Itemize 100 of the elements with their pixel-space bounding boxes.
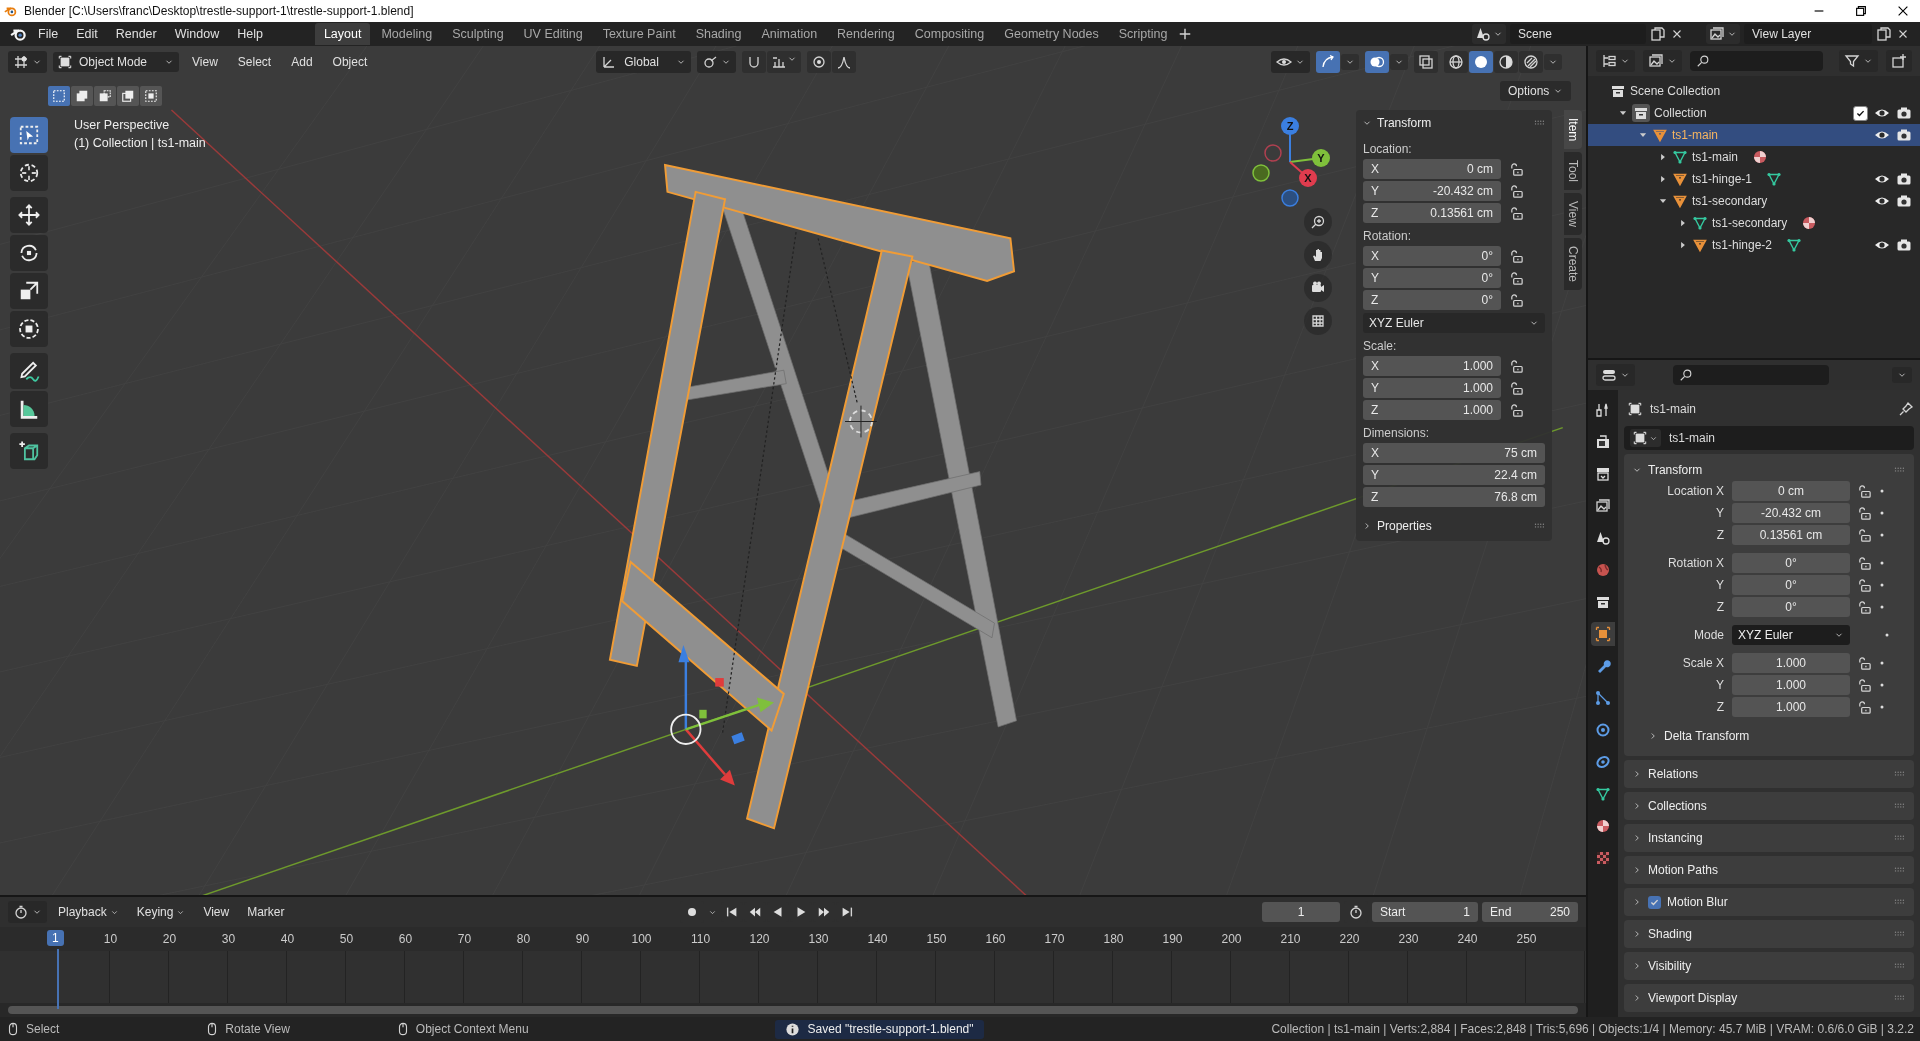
menu-item[interactable]: File xyxy=(30,24,67,44)
options-button[interactable]: Options xyxy=(1500,81,1572,101)
collapsed-panel[interactable]: Collections xyxy=(1624,792,1914,820)
menu-item[interactable]: Select xyxy=(230,52,279,72)
panel-title[interactable]: Properties xyxy=(1377,519,1432,533)
panel-title[interactable]: Transform xyxy=(1648,463,1703,477)
outliner-row[interactable]: ts1-secondary xyxy=(1588,212,1920,234)
workspace-tab[interactable]: Modeling xyxy=(372,23,442,45)
rotation-mode-dropdown[interactable]: XYZ Euler xyxy=(1732,625,1850,645)
menu-item[interactable]: Keying xyxy=(129,902,193,922)
menu-item[interactable]: Playback xyxy=(51,902,126,922)
panel-title: Relations xyxy=(1648,767,1699,781)
field-label: Z xyxy=(1715,528,1725,542)
outliner-row[interactable]: ts1-hinge-1 xyxy=(1588,168,1920,190)
scene-field[interactable]: Scene xyxy=(1510,24,1646,44)
sidebar-tab[interactable]: Item xyxy=(1564,110,1582,150)
number-field[interactable]: X 0° xyxy=(1363,246,1501,266)
outliner-row[interactable]: Collection xyxy=(1588,102,1920,124)
sidebar-tab[interactable]: View xyxy=(1564,193,1582,236)
number-field[interactable]: Z 0.13561 cm xyxy=(1363,203,1501,223)
frame-number: 50 xyxy=(338,932,355,946)
mode-dropdown[interactable]: Object Mode xyxy=(53,52,180,72)
orientation-dropdown[interactable]: Global xyxy=(596,51,691,73)
collapsed-panel[interactable]: Relations xyxy=(1624,760,1914,788)
view-layer-field[interactable]: View Layer xyxy=(1744,24,1872,44)
frame-number: 20 xyxy=(161,932,178,946)
item-label: ts1-hinge-2 xyxy=(1712,238,1773,252)
frame-number: 170 xyxy=(1043,932,1066,946)
number-field[interactable]: X 1.000 xyxy=(1363,356,1501,376)
group-label: Location: xyxy=(1362,141,1413,158)
playhead[interactable]: 1 xyxy=(47,930,64,946)
outliner-row[interactable]: Scene Collection xyxy=(1588,80,1920,102)
workspace-tab[interactable]: Geometry Nodes xyxy=(995,23,1108,45)
number-field[interactable]: Y 0° xyxy=(1363,268,1501,288)
menu-item[interactable]: Add xyxy=(284,52,320,72)
number-field[interactable]: 0° xyxy=(1732,575,1850,595)
end-frame-field[interactable]: End 250 xyxy=(1482,902,1578,922)
sidebar-tab[interactable]: Create xyxy=(1564,238,1582,291)
frame-number: 80 xyxy=(515,932,532,946)
menu-item[interactable]: Edit xyxy=(68,24,106,44)
workspace-tab[interactable]: Compositing xyxy=(905,23,994,45)
menu-item[interactable]: Window xyxy=(166,24,228,44)
outliner-row[interactable]: ts1-main xyxy=(1588,124,1920,146)
panel-title: Shading xyxy=(1648,927,1693,941)
panel-title[interactable]: Delta Transform xyxy=(1664,729,1750,743)
menu-item[interactable]: Help xyxy=(229,24,271,44)
workspace-tab[interactable]: Animation xyxy=(752,23,827,45)
number-field[interactable]: Z 1.000 xyxy=(1363,400,1501,420)
collapsed-panel[interactable]: Motion Blur xyxy=(1624,888,1914,916)
outliner-row[interactable]: ts1-secondary xyxy=(1588,190,1920,212)
workspace-tab[interactable]: Texture Paint xyxy=(593,23,685,45)
menu-item[interactable]: View xyxy=(185,52,225,72)
outliner-row[interactable]: ts1-main xyxy=(1588,146,1920,168)
number-field[interactable]: Y 1.000 xyxy=(1363,378,1501,398)
menu-item[interactable]: Object xyxy=(325,52,375,72)
rotation-mode-dropdown[interactable]: XYZ Euler xyxy=(1363,313,1545,333)
number-field[interactable]: 1.000 xyxy=(1732,675,1850,695)
outliner-row[interactable]: ts1-hinge-2 xyxy=(1588,234,1920,256)
collapsed-panel[interactable]: Motion Paths xyxy=(1624,856,1914,884)
workspace-tab[interactable]: Shading xyxy=(686,23,751,45)
menu-item[interactable]: Render xyxy=(107,24,165,44)
frame-number: 160 xyxy=(984,932,1007,946)
number-field[interactable]: Y -20.432 cm xyxy=(1363,181,1501,201)
number-field[interactable]: -20.432 cm xyxy=(1732,503,1850,523)
number-field[interactable]: X 0 cm xyxy=(1363,159,1501,179)
number-field[interactable]: 1.000 xyxy=(1732,697,1850,717)
workspace-tab[interactable]: Scripting xyxy=(1109,23,1177,45)
number-field[interactable]: 0.13561 cm xyxy=(1732,525,1850,545)
field-label: Z xyxy=(1715,600,1725,614)
item-label: ts1-secondary xyxy=(1712,216,1788,230)
item-label: Scene Collection xyxy=(1630,84,1721,98)
workspace-tab[interactable]: Sculpting xyxy=(443,23,513,45)
axis-label: X xyxy=(1304,172,1312,184)
hint-text: Object Context Menu xyxy=(415,1022,529,1036)
current-frame-field[interactable]: 1 xyxy=(1262,902,1340,922)
number-field[interactable]: Z 76.8 cm xyxy=(1363,487,1545,507)
panel-title[interactable]: Transform xyxy=(1377,116,1432,130)
panel-title: Motion Blur xyxy=(1667,895,1728,909)
number-field[interactable]: X 75 cm xyxy=(1363,443,1545,463)
number-field[interactable]: 0° xyxy=(1732,553,1850,573)
workspace-tab[interactable]: UV Editing xyxy=(514,23,592,45)
panel-title: Motion Paths xyxy=(1648,863,1719,877)
collapsed-panel[interactable]: Instancing xyxy=(1624,824,1914,852)
start-frame-field[interactable]: Start 1 xyxy=(1372,902,1478,922)
collapsed-panel[interactable]: Shading xyxy=(1624,920,1914,948)
panel-title: Collections xyxy=(1648,799,1707,813)
number-field[interactable]: 0 cm xyxy=(1732,481,1850,501)
number-field[interactable]: Y 22.4 cm xyxy=(1363,465,1545,485)
menu-item[interactable]: Marker xyxy=(240,902,292,922)
workspace-tab[interactable]: Layout xyxy=(314,23,371,45)
number-field[interactable]: 0° xyxy=(1732,597,1850,617)
number-field[interactable]: Z 0° xyxy=(1363,290,1501,310)
item-label: ts1-hinge-1 xyxy=(1692,172,1753,186)
menu-item[interactable]: View xyxy=(196,902,237,922)
workspace-tab[interactable]: Rendering xyxy=(828,23,904,45)
group-label: Dimensions: xyxy=(1362,425,1431,442)
collapsed-panel[interactable]: Viewport Display xyxy=(1624,984,1914,1012)
collapsed-panel[interactable]: Visibility xyxy=(1624,952,1914,980)
number-field[interactable]: 1.000 xyxy=(1732,653,1850,673)
sidebar-tab[interactable]: Tool xyxy=(1564,152,1582,191)
